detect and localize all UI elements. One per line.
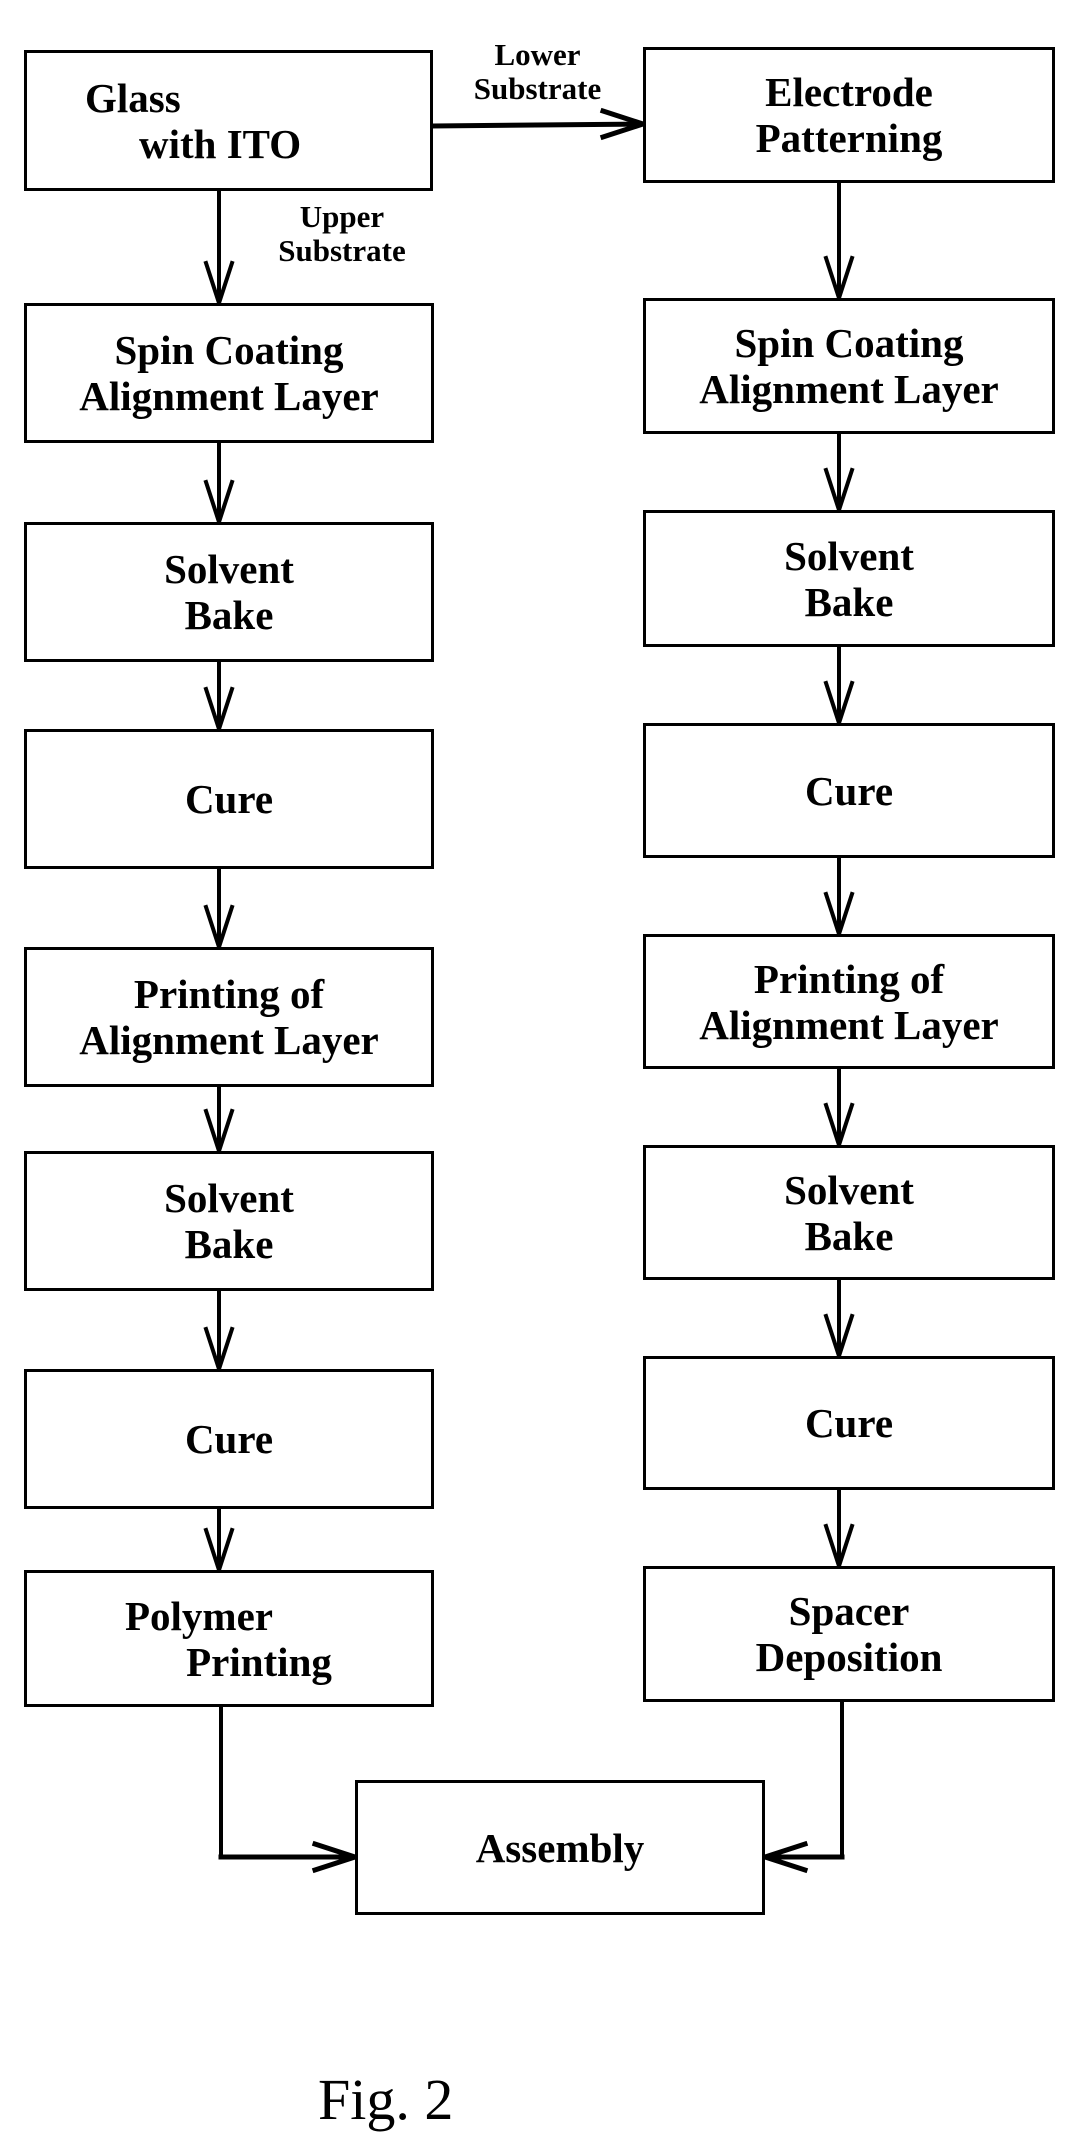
box-line: Printing of <box>753 955 945 1002</box>
lower-box-spin-coating-alignment-layer: Spin Coating Alignment Layer <box>643 298 1055 434</box>
lower-box-cure: Cure <box>643 723 1055 858</box>
box-line: Spacer <box>788 1588 910 1634</box>
box-line: Solvent <box>164 1175 294 1221</box>
arrow-line-start-to-lower <box>430 121 646 129</box>
upper-box-polymer-printing: Polymer Printing <box>24 1570 434 1707</box>
label-line: Substrate <box>473 71 602 106</box>
box-line: Cure <box>184 1416 274 1462</box>
upper-box-printing-of-alignment-layer: Printing of Alignment Layer <box>24 947 434 1087</box>
lower-box-cure: Cure <box>643 1356 1055 1490</box>
box-line: Deposition <box>755 1634 943 1680</box>
upper-box-solvent-bake: Solvent Bake <box>24 1151 434 1291</box>
box-line: Bake <box>184 1221 274 1267</box>
box-assembly: Assembly <box>355 1780 765 1915</box>
box-line: Alignment Layer <box>699 1001 999 1048</box>
box-line: Printing of <box>133 971 325 1017</box>
label-line: Lower <box>494 37 581 72</box>
lower-box-solvent-bake: Solvent Bake <box>643 1145 1055 1280</box>
box-line: Alignment Layer <box>79 373 379 419</box>
box-line: Glass <box>85 74 181 121</box>
box-line: Cure <box>804 767 894 814</box>
box-line: Spin Coating <box>734 320 964 366</box>
lower-box-electrode-patterning: Electrode Patterning <box>643 47 1055 183</box>
label-upper-substrate: Upper Substrate <box>262 200 422 268</box>
label-lower-substrate: Lower Substrate <box>455 38 620 106</box>
box-line: Electrode <box>765 69 933 115</box>
box-line: Bake <box>184 592 274 638</box>
box-line: Spin Coating <box>114 327 344 373</box>
box-line: Bake <box>804 1212 894 1259</box>
box-line: Printing <box>186 1638 332 1685</box>
box-line: Patterning <box>755 115 943 161</box>
box-line: Solvent <box>784 1166 914 1213</box>
flowchart: Glass with ITO Lower Substrate Upper Sub… <box>0 0 1079 2151</box>
box-line: with ITO <box>139 120 302 167</box>
box-line: Solvent <box>164 546 294 592</box>
lower-box-printing-of-alignment-layer: Printing of Alignment Layer <box>643 934 1055 1069</box>
box-line: Assembly <box>475 1824 645 1871</box>
box-line: Alignment Layer <box>79 1017 379 1063</box>
upper-box-solvent-bake: Solvent Bake <box>24 522 434 662</box>
upper-box-cure: Cure <box>24 1369 434 1509</box>
box-line: Polymer <box>125 1592 273 1639</box>
lower-box-spacer-deposition: Spacer Deposition <box>643 1566 1055 1702</box>
box-glass-with-ito: Glass with ITO <box>24 50 433 191</box>
lower-box-solvent-bake: Solvent Bake <box>643 510 1055 647</box>
box-line: Cure <box>184 776 274 822</box>
upper-box-spin-coating-alignment-layer: Spin Coating Alignment Layer <box>24 303 434 443</box>
label-line: Upper <box>299 199 385 234</box>
box-line: Bake <box>804 578 894 625</box>
label-line: Substrate <box>278 233 406 268</box>
box-line: Cure <box>804 1400 894 1446</box>
figure-caption: Fig. 2 <box>318 2067 454 2132</box>
box-line: Solvent <box>784 532 914 579</box>
box-line: Alignment Layer <box>699 366 999 412</box>
upper-box-cure: Cure <box>24 729 434 869</box>
